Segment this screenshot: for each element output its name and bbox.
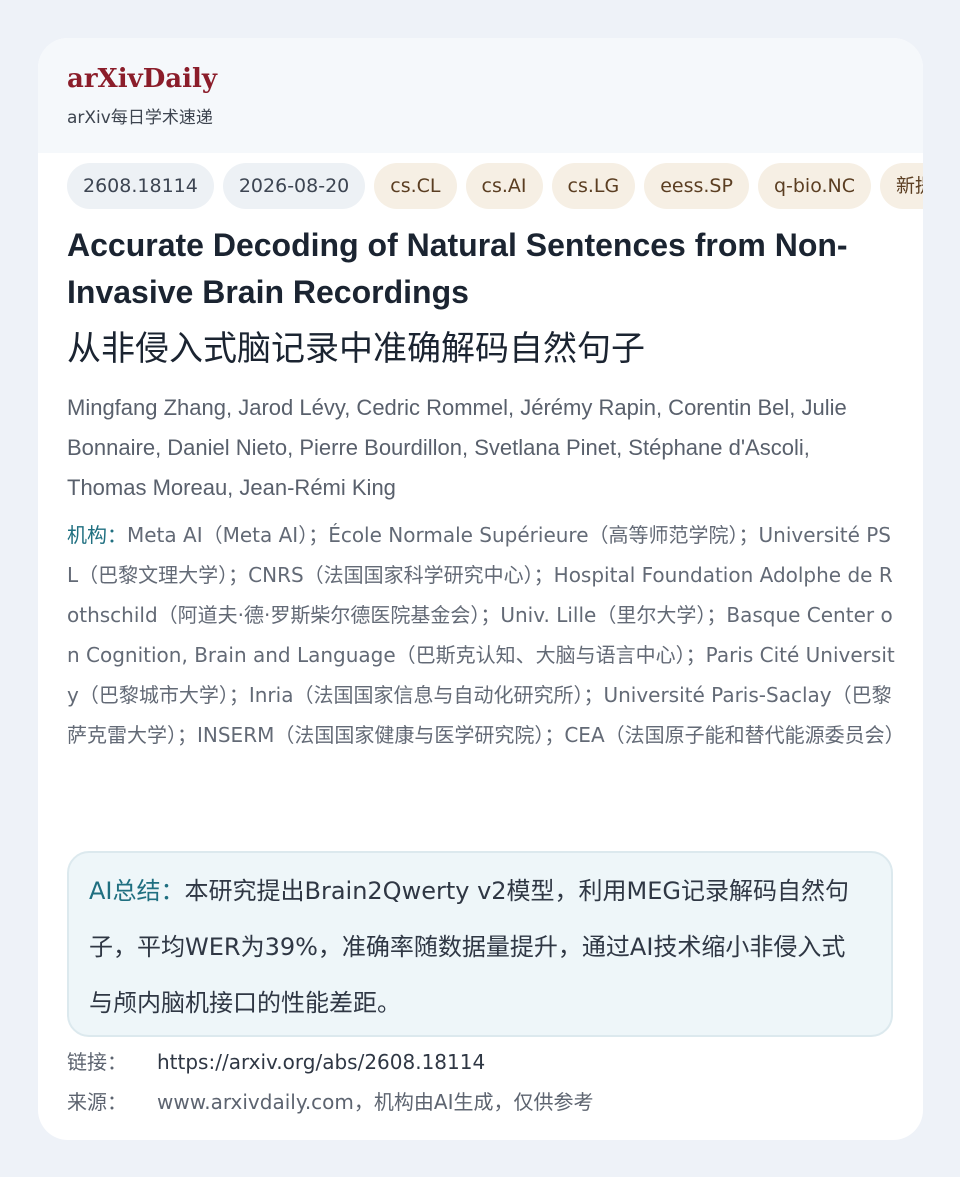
- paper-title-zh: 从非侵入式脑记录中准确解码自然句子: [67, 329, 645, 369]
- tag-category[interactable]: q-bio.NC: [757, 163, 872, 209]
- source-label: 来源：: [67, 1090, 127, 1114]
- affiliations: 机构：Meta AI（Meta AI）；École Normale Supéri…: [67, 515, 905, 755]
- ai-summary-label: AI总结：: [89, 877, 185, 905]
- source-text: www.arxivdaily.com，机构由AI生成，仅供参考: [157, 1090, 594, 1114]
- card-header: arXivDaily arXiv每日学术速递: [38, 38, 923, 153]
- tag-category[interactable]: 新提: [880, 163, 923, 209]
- ai-summary-text: 本研究提出Brain2Qwerty v2模型，利用MEG记录解码自然句子，平均W…: [89, 877, 850, 1017]
- tag-arxiv-id[interactable]: 2608.18114: [67, 163, 214, 209]
- affiliations-label: 机构：: [67, 523, 127, 547]
- link-label: 链接：: [67, 1050, 127, 1074]
- paper-title-en: Accurate Decoding of Natural Sentences f…: [67, 227, 848, 310]
- brand-title[interactable]: arXivDaily: [67, 62, 217, 96]
- tag-category[interactable]: cs.LG: [551, 163, 636, 209]
- ai-summary-box: AI总结：本研究提出Brain2Qwerty v2模型，利用MEG记录解码自然句…: [67, 851, 893, 1037]
- tag-category[interactable]: cs.CL: [374, 163, 457, 209]
- tag-row: 2608.18114 2026-08-20 cs.CL cs.AI cs.LG eess.…: [67, 163, 923, 209]
- author-list: Mingfang Zhang, Jarod Lévy, Cedric Romme…: [67, 395, 847, 500]
- source-row: 来源： www.arxivdaily.com，机构由AI生成，仅供参考: [67, 1086, 593, 1118]
- link-row: 链接： https://arxiv.org/abs/2608.18114: [67, 1046, 485, 1078]
- paper-card: arXivDaily arXiv每日学术速递 2608.18114 2026-08…: [38, 38, 923, 1140]
- affiliations-text: Meta AI（Meta AI）；École Normale Supérieur…: [67, 523, 905, 747]
- tag-category[interactable]: eess.SP: [644, 163, 749, 209]
- brand-subtitle: arXiv每日学术速递: [67, 108, 213, 128]
- ai-summary: AI总结：本研究提出Brain2Qwerty v2模型，利用MEG记录解码自然句…: [89, 863, 869, 1031]
- tag-date[interactable]: 2026-08-20: [222, 163, 366, 209]
- tag-category[interactable]: cs.AI: [465, 163, 543, 209]
- arxiv-link[interactable]: https://arxiv.org/abs/2608.18114: [157, 1050, 485, 1074]
